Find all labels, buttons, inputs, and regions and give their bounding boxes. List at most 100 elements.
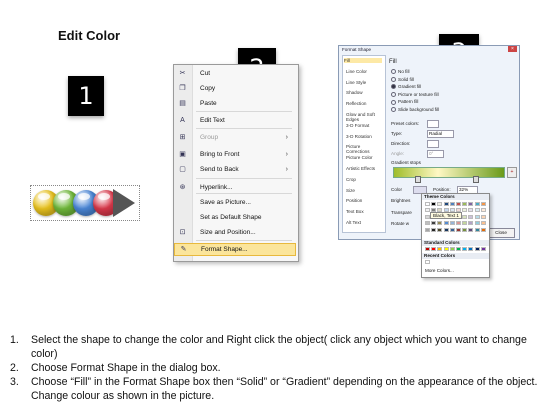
standard-color-swatch[interactable] — [456, 247, 461, 251]
nav-item-glow-and-soft-edges[interactable]: Glow and Soft Edges — [346, 112, 385, 122]
color-swatch[interactable] — [480, 227, 486, 232]
standard-color-swatch[interactable] — [468, 247, 474, 251]
menu-item-edit-text[interactable]: A Edit Text — [174, 114, 296, 127]
preset-colors-dropdown[interactable] — [427, 120, 439, 128]
standard-color-swatch[interactable] — [431, 247, 437, 251]
arrow-shape[interactable] — [113, 189, 135, 217]
color-swatch[interactable] — [480, 202, 486, 206]
hyperlink-icon: ⊛ — [179, 184, 186, 191]
menu-item-format-shape[interactable]: ✎ Format Shape... — [174, 243, 296, 256]
standard-color-swatch[interactable] — [449, 247, 455, 251]
standard-color-swatch[interactable] — [437, 247, 443, 251]
fill-option-picture-or-texture-fill[interactable]: Picture or texture fill — [391, 92, 439, 98]
nav-item-reflection[interactable]: Reflection — [346, 101, 366, 106]
color-swatch[interactable] — [449, 227, 455, 232]
nav-item-3-d-rotation[interactable]: 3-D Rotation — [346, 134, 372, 139]
color-swatch[interactable] — [474, 208, 480, 212]
color-swatch[interactable] — [456, 221, 461, 226]
dialog-close-icon[interactable]: × — [508, 46, 517, 52]
color-swatch[interactable] — [456, 202, 461, 206]
type-dropdown[interactable]: Radial — [427, 130, 454, 138]
nav-item-artistic-effects[interactable]: Artistic Effects — [346, 166, 375, 171]
menu-item-group[interactable]: ⊞ Group › — [174, 131, 296, 144]
color-swatch[interactable] — [449, 221, 455, 226]
fill-option-solid-fill[interactable]: Solid fill — [391, 77, 414, 82]
fill-option-no-fill[interactable]: No fill — [391, 69, 410, 75]
color-swatch[interactable] — [462, 221, 468, 226]
color-swatch[interactable] — [443, 202, 449, 206]
menu-item-paste[interactable]: ▤ Paste — [174, 97, 296, 110]
gradient-stop-handle[interactable] — [415, 176, 421, 183]
color-swatch[interactable] — [474, 227, 480, 232]
color-swatch[interactable] — [468, 214, 474, 219]
color-swatch[interactable] — [456, 227, 461, 232]
menu-item-bring-to-front[interactable]: ▣ Bring to Front › — [174, 148, 296, 161]
color-swatch[interactable] — [437, 221, 443, 226]
color-swatch[interactable] — [437, 227, 443, 232]
color-swatch[interactable] — [474, 202, 480, 206]
color-swatch[interactable] — [468, 208, 474, 212]
nav-item-fill[interactable]: Fill — [344, 58, 382, 63]
fill-option-slide-background-fill[interactable]: Slide background fill — [391, 107, 439, 113]
menu-item-copy[interactable]: ❐ Copy — [174, 82, 296, 95]
nav-item-text-box[interactable]: Text Box — [346, 209, 364, 214]
nav-item-crop[interactable]: Crop — [346, 177, 356, 182]
color-swatch[interactable] — [462, 202, 468, 206]
standard-color-swatch[interactable] — [480, 247, 486, 251]
color-swatch[interactable] — [431, 227, 437, 232]
standard-color-swatch[interactable] — [443, 247, 449, 251]
close-button[interactable]: Close — [487, 228, 515, 238]
add-stop-icon[interactable]: + — [507, 167, 517, 178]
color-swatch[interactable] — [462, 208, 468, 212]
angle-input[interactable]: 0° — [427, 150, 444, 158]
nav-item-shadow[interactable]: Shadow — [346, 90, 363, 95]
color-swatch[interactable] — [449, 202, 455, 206]
nav-item-line-color[interactable]: Line Color — [346, 69, 367, 74]
standard-color-swatch[interactable] — [474, 247, 480, 251]
selected-shape[interactable] — [30, 185, 140, 221]
fill-option-pattern-fill[interactable]: Pattern fill — [391, 99, 418, 105]
color-swatch[interactable] — [443, 227, 449, 232]
color-swatch[interactable] — [480, 208, 486, 212]
standard-color-swatch[interactable] — [425, 247, 430, 251]
menu-item-size-and-position[interactable]: ⊡ Size and Position... — [174, 226, 296, 239]
color-swatch[interactable] — [437, 202, 443, 206]
color-swatch[interactable] — [480, 221, 486, 226]
color-swatch[interactable] — [431, 221, 437, 226]
color-swatch[interactable] — [425, 202, 430, 206]
color-swatch[interactable] — [468, 221, 474, 226]
color-swatch[interactable] — [468, 227, 474, 232]
more-colors-link[interactable]: More Colors... — [425, 268, 454, 273]
rotate-with-shape-checkbox[interactable]: Rotate w — [391, 221, 409, 226]
color-swatch[interactable] — [462, 214, 468, 219]
radio-icon — [391, 69, 396, 75]
color-swatch[interactable] — [425, 221, 430, 226]
color-swatch[interactable] — [468, 202, 474, 206]
nav-item-alt-text[interactable]: Alt Text — [346, 220, 361, 225]
angle-label: Angle: — [391, 151, 405, 156]
nav-item-picture-color[interactable]: Picture Color — [346, 155, 373, 160]
nav-item-3-d-format[interactable]: 3-D Format — [346, 123, 369, 128]
color-swatch[interactable] — [443, 221, 449, 226]
nav-item-position[interactable]: Position — [346, 198, 362, 203]
color-swatch[interactable] — [480, 214, 486, 219]
nav-item-size[interactable]: Size — [346, 188, 355, 193]
menu-item-send-to-back[interactable]: ▢ Send to Back › — [174, 163, 296, 176]
menu-item-save-as-picture[interactable]: Save as Picture... — [174, 196, 296, 209]
gradient-stop-handle[interactable] — [473, 176, 479, 183]
color-swatch[interactable] — [474, 214, 480, 219]
direction-dropdown[interactable] — [427, 140, 439, 148]
nav-item-line-style[interactable]: Line Style — [346, 80, 366, 85]
color-swatch[interactable] — [462, 227, 468, 232]
recent-color-swatch[interactable] — [425, 260, 430, 264]
menu-item-cut[interactable]: ✂ Cut — [174, 67, 296, 80]
fill-option-label: No fill — [398, 69, 410, 74]
menu-item-set-as-default-shape[interactable]: Set as Default Shape — [174, 211, 296, 224]
nav-item-picture-corrections[interactable]: Picture Corrections — [346, 144, 385, 154]
color-swatch[interactable] — [431, 202, 437, 206]
standard-color-swatch[interactable] — [462, 247, 468, 251]
color-swatch[interactable] — [425, 227, 430, 232]
fill-option-gradient-fill[interactable]: Gradient fill — [391, 84, 421, 90]
gradient-stops-bar[interactable] — [393, 167, 505, 178]
color-swatch[interactable] — [474, 221, 480, 226]
